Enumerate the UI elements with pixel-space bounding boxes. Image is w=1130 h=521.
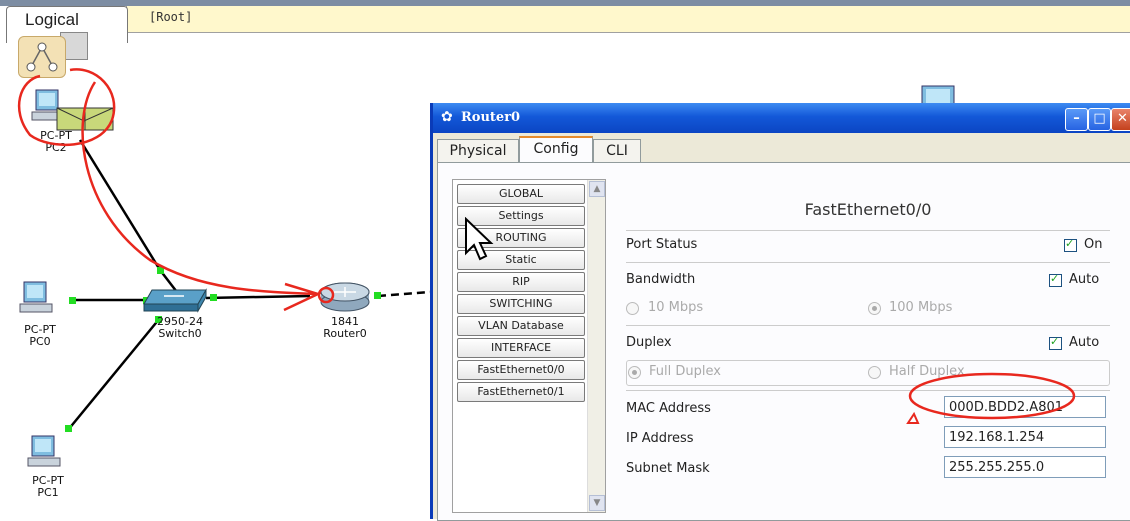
router-app-icon: ✿ (441, 109, 453, 125)
bw-10-label: 10 Mbps (648, 300, 704, 315)
radio-10mbps[interactable] (626, 302, 639, 315)
nav-interface[interactable]: INTERFACE (457, 338, 585, 358)
window-titlebar[interactable]: ✿ Router0 – □ ✕ (433, 103, 1130, 133)
ip-label: IP Address (626, 431, 694, 446)
tab-config[interactable]: Config (519, 136, 593, 164)
port-status-label: Port Status (626, 237, 698, 252)
divider (626, 230, 1110, 231)
bandwidth-auto-checkbox[interactable] (1049, 272, 1062, 287)
radio-100mbps[interactable] (868, 302, 881, 315)
port-status-checkbox[interactable] (1064, 237, 1077, 252)
mac-label: MAC Address (626, 401, 711, 416)
link-light (210, 294, 217, 301)
nav-fastethernet0-1[interactable]: FastEthernet0/1 (457, 382, 585, 402)
mask-label: Subnet Mask (626, 461, 710, 476)
router0-label: 1841 Router0 (323, 315, 367, 340)
ip-address-field[interactable]: 192.168.1.254 (944, 426, 1106, 448)
link-light (69, 297, 76, 304)
scroll-up-icon[interactable]: ▲ (589, 181, 605, 197)
router0-device[interactable] (316, 280, 374, 316)
back-to-parent-icon[interactable] (18, 36, 66, 78)
interface-title: FastEthernet0/0 (804, 200, 932, 219)
divider (626, 325, 1110, 326)
root-label[interactable]: [Root] (149, 10, 192, 24)
tab-cli[interactable]: CLI (593, 139, 641, 162)
pc1-device[interactable] (26, 434, 66, 476)
maximize-button[interactable]: □ (1088, 108, 1111, 131)
divider (626, 390, 1110, 391)
bw-100-label: 100 Mbps (889, 300, 953, 315)
bandwidth-auto-label: Auto (1069, 272, 1100, 287)
duplex-row: Duplex Auto (626, 335, 1110, 350)
link-light (157, 267, 164, 274)
pc2-label: PC-PT PC2 (40, 129, 72, 154)
annotation-arrowhead (283, 282, 322, 312)
nav-switching[interactable]: SWITCHING (457, 294, 585, 314)
scroll-down-icon[interactable]: ▼ (589, 495, 605, 511)
pdu-envelope-icon (56, 107, 114, 131)
config-panel: GLOBAL Settings ROUTING Static RIP SWITC… (437, 162, 1130, 521)
nav-global[interactable]: GLOBAL (457, 184, 585, 204)
duplex-label: Duplex (626, 335, 672, 350)
nav-vlan-database[interactable]: VLAN Database (457, 316, 585, 336)
switch0-label: 2950-24 Switch0 (157, 315, 203, 340)
close-button[interactable]: ✕ (1111, 108, 1130, 131)
nav-scrollbar[interactable]: ▲ ▼ (587, 180, 605, 512)
pc-icon (27, 435, 61, 467)
bandwidth-label: Bandwidth (626, 272, 696, 287)
mouse-cursor-icon (465, 217, 494, 261)
bandwidth-row: Bandwidth Auto (626, 272, 1110, 287)
network-tree-icon (26, 42, 58, 72)
link-light (65, 425, 72, 432)
full-duplex-label: Full Duplex (649, 364, 721, 379)
pc1-label: PC-PT PC1 (32, 474, 64, 499)
port-status-value: On (1084, 237, 1103, 252)
half-duplex-label: Half Duplex (889, 364, 965, 379)
nav-fastethernet0-0[interactable]: FastEthernet0/0 (457, 360, 585, 380)
subnet-mask-field[interactable]: 255.255.255.0 (944, 456, 1106, 478)
port-status-row: Port Status On (626, 237, 1110, 252)
window-title: Router0 (461, 110, 521, 125)
logical-tab-label: Logical (25, 10, 79, 29)
nav-rip[interactable]: RIP (457, 272, 585, 292)
tab-physical[interactable]: Physical (437, 139, 519, 162)
pc-icon (921, 85, 955, 105)
divider (626, 262, 1110, 263)
duplex-auto-label: Auto (1069, 335, 1100, 350)
duplex-auto-checkbox[interactable] (1049, 335, 1062, 350)
router-icon (320, 282, 370, 312)
link-light (374, 292, 381, 299)
switch-icon (143, 288, 207, 313)
radio-half-duplex[interactable] (868, 366, 881, 379)
root-breadcrumb-bar: [Root] (126, 6, 1130, 33)
switch0-device[interactable] (140, 286, 210, 318)
minimize-button[interactable]: – (1065, 108, 1088, 131)
pc-icon (19, 281, 53, 313)
mac-address-field[interactable]: 000D.BDD2.A801 (944, 396, 1106, 418)
radio-full-duplex[interactable] (628, 366, 641, 379)
pc0-device[interactable] (18, 280, 58, 322)
pc0-label: PC-PT PC0 (24, 323, 56, 348)
router-config-window: ✿ Router0 – □ ✕ Physical Config CLI GLOB… (430, 103, 1130, 521)
annotation-arrow-path (81, 81, 319, 296)
